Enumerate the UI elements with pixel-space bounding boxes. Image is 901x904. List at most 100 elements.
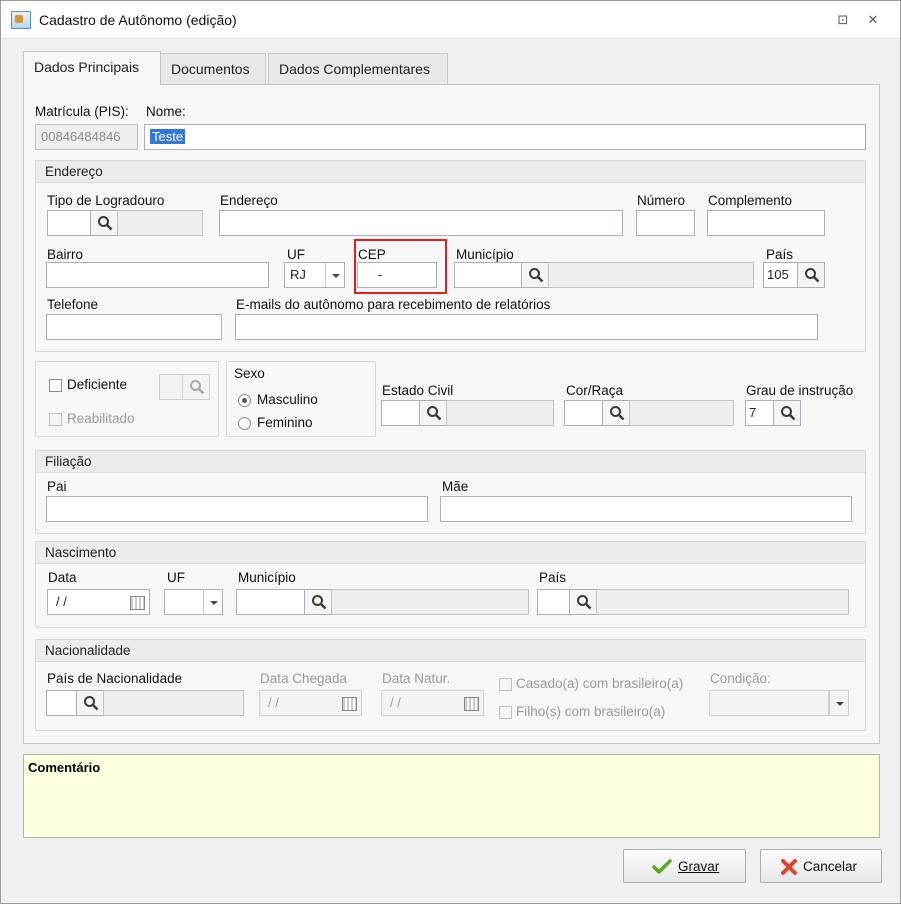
deficiente-label: Deficiente: [67, 377, 128, 392]
nascimento-pais-search-button[interactable]: [569, 589, 597, 615]
search-icon: [427, 406, 442, 421]
bairro-label: Bairro: [47, 247, 84, 262]
tab-documentos[interactable]: Documentos: [160, 53, 266, 84]
complemento-label: Complemento: [708, 193, 793, 208]
comentario-title: Comentário: [28, 760, 101, 775]
gravar-button[interactable]: Gravar: [623, 849, 746, 883]
estado-civil-desc-field: [446, 400, 554, 426]
matricula-label: Matrícula (PIS):: [35, 104, 129, 119]
filiacao-group-title: Filiação: [36, 451, 865, 473]
pai-label: Pai: [47, 479, 67, 494]
search-icon: [84, 696, 99, 711]
search-icon: [529, 268, 544, 283]
estado-civil-code-field[interactable]: [381, 400, 421, 426]
nascimento-uf-dropdown-button[interactable]: [203, 589, 223, 615]
pais-code-field[interactable]: 105: [763, 262, 799, 288]
nascimento-pais-label: País: [539, 570, 567, 585]
calendar-icon[interactable]: [124, 589, 150, 615]
sexo-feminino-radio[interactable]: [238, 417, 251, 430]
endereco-field[interactable]: [219, 210, 623, 236]
search-icon: [781, 406, 796, 421]
nascimento-municipio-code-field[interactable]: [236, 589, 306, 615]
tab-dados-complementares[interactable]: Dados Complementares: [268, 53, 448, 84]
complemento-field[interactable]: [707, 210, 825, 236]
cor-raca-code-field[interactable]: [564, 400, 604, 426]
sexo-masculino-radio[interactable]: [238, 394, 251, 407]
estado-civil-search-button[interactable]: [419, 400, 447, 426]
grau-instrucao-code-field[interactable]: 7: [745, 400, 775, 426]
cor-raca-search-button[interactable]: [602, 400, 630, 426]
pais-nacionalidade-desc-field: [103, 690, 244, 716]
pais-nacionalidade-code-field[interactable]: [46, 690, 78, 716]
telefone-field[interactable]: [46, 314, 222, 340]
mae-field[interactable]: [440, 496, 852, 522]
pais-search-button[interactable]: [797, 262, 825, 288]
pais-nacionalidade-search-button[interactable]: [76, 690, 104, 716]
deficiente-checkbox[interactable]: [49, 379, 62, 392]
sexo-feminino-label: Feminino: [257, 415, 313, 430]
nascimento-municipio-search-button[interactable]: [304, 589, 332, 615]
estado-civil-label: Estado Civil: [382, 383, 454, 398]
reabilitado-checkbox: [49, 413, 62, 426]
telefone-label: Telefone: [47, 297, 99, 312]
nome-field[interactable]: Teste: [144, 124, 866, 150]
emails-field[interactable]: [235, 314, 818, 340]
deficiencia-search-button: [182, 374, 210, 400]
municipio-code-field[interactable]: [454, 262, 522, 288]
cor-raca-desc-field: [629, 400, 734, 426]
nascimento-uf-select[interactable]: [164, 589, 204, 615]
tipo-logradouro-desc-field: [117, 210, 203, 236]
municipio-desc-field: [548, 262, 754, 288]
close-button[interactable]: ✕: [863, 10, 883, 30]
sexo-masculino-label: Masculino: [257, 392, 318, 407]
reabilitado-label: Reabilitado: [67, 411, 135, 426]
nascimento-data-field[interactable]: / /: [47, 589, 125, 615]
cancelar-button[interactable]: Cancelar: [760, 849, 882, 883]
title-bar: Cadastro de Autônomo (edição) ⊡ ✕: [1, 1, 900, 39]
cor-raca-label: Cor/Raça: [566, 383, 624, 398]
municipio-label: Município: [456, 247, 514, 262]
nome-value-selected: Teste: [150, 129, 186, 144]
sexo-label: Sexo: [234, 366, 265, 381]
deficiencia-code-field: [159, 374, 183, 400]
check-icon: [652, 859, 672, 874]
pai-field[interactable]: [46, 496, 428, 522]
app-form-icon: [11, 11, 31, 29]
grau-instrucao-search-button[interactable]: [773, 400, 801, 426]
search-icon: [190, 380, 205, 395]
tab-dados-principais[interactable]: Dados Principais: [23, 51, 161, 85]
uf-label: UF: [287, 247, 305, 262]
casado-brasileiro-label: Casado(a) com brasileiro(a): [516, 676, 684, 691]
pais-label: País: [766, 247, 794, 262]
nascimento-municipio-label: Município: [238, 570, 296, 585]
search-icon: [805, 268, 820, 283]
municipio-search-button[interactable]: [521, 262, 549, 288]
bairro-field[interactable]: [46, 262, 269, 288]
calendar-icon: [336, 690, 362, 716]
search-icon: [610, 406, 625, 421]
cancel-x-icon: [781, 859, 797, 875]
numero-field[interactable]: [636, 210, 695, 236]
data-natur-label: Data Natur.: [382, 671, 451, 686]
mae-label: Mãe: [442, 479, 469, 494]
numero-label: Número: [637, 193, 686, 208]
tipo-logradouro-code-field[interactable]: [47, 210, 91, 236]
tipo-logradouro-search-button[interactable]: [90, 210, 118, 236]
uf-dropdown-button[interactable]: [325, 262, 345, 288]
gravar-button-label: Gravar: [678, 859, 720, 874]
data-natur-field: / /: [381, 690, 459, 716]
casado-brasileiro-checkbox: [499, 678, 512, 691]
matricula-field[interactable]: 00846484846: [35, 124, 138, 150]
nome-label: Nome:: [146, 104, 186, 119]
filhos-brasileiro-checkbox: [499, 706, 512, 719]
condicao-label: Condição:: [710, 671, 771, 686]
uf-select[interactable]: RJ: [284, 262, 326, 288]
data-chegada-label: Data Chegada: [260, 671, 348, 686]
comentario-box[interactable]: Comentário: [23, 754, 880, 838]
nascimento-pais-code-field[interactable]: [537, 589, 571, 615]
nascimento-municipio-desc-field: [331, 589, 529, 615]
nascimento-uf-label: UF: [167, 570, 185, 585]
restore-button[interactable]: ⊡: [833, 10, 853, 30]
cancelar-button-label: Cancelar: [803, 859, 858, 874]
endereco-label: Endereço: [220, 193, 278, 208]
